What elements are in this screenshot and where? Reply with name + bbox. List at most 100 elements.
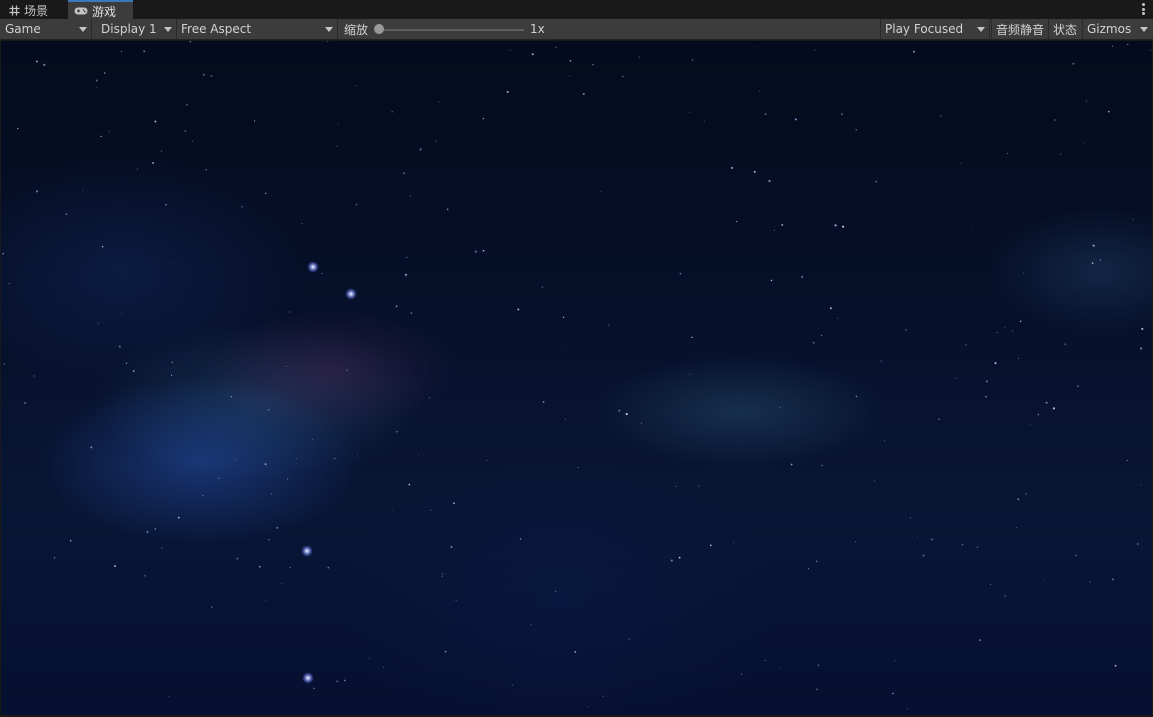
scale-slider-track[interactable]: [378, 29, 524, 31]
star: [622, 75, 624, 78]
star: [815, 437, 817, 439]
star: [268, 409, 270, 411]
star: [1149, 50, 1151, 52]
star: [586, 706, 588, 708]
star: [874, 480, 875, 482]
star: [8, 282, 10, 285]
star: [161, 547, 163, 549]
star: [428, 397, 431, 399]
stats-toggle[interactable]: 状态: [1048, 19, 1082, 39]
star: [541, 286, 544, 288]
star: [675, 485, 677, 488]
star: [965, 344, 967, 346]
star: [90, 446, 93, 449]
star: [160, 150, 162, 152]
star: [101, 246, 104, 248]
star: [1045, 401, 1048, 404]
star: [65, 213, 68, 215]
star: [333, 457, 336, 460]
star: [97, 322, 99, 324]
star: [327, 566, 330, 569]
star: [154, 120, 157, 123]
star: [120, 51, 122, 53]
star: [555, 46, 557, 48]
star: [812, 341, 815, 344]
star: [191, 140, 193, 142]
aspect-dropdown[interactable]: Free Aspect: [176, 19, 338, 39]
star: [807, 568, 810, 570]
star: [344, 679, 346, 682]
star: [817, 664, 820, 666]
star: [100, 135, 102, 138]
gizmos-label: Gizmos: [1087, 22, 1132, 36]
star: [1126, 460, 1128, 462]
star: [764, 113, 767, 116]
star: [1075, 554, 1077, 557]
chevron-down-icon: [977, 27, 985, 32]
star: [1108, 110, 1110, 113]
game-viewport[interactable]: [1, 41, 1152, 715]
star: [441, 573, 443, 575]
star: [753, 170, 756, 173]
tab-game[interactable]: 游戏: [68, 0, 133, 20]
star: [287, 478, 289, 480]
play-mode-value: Play Focused: [885, 22, 964, 36]
star: [517, 308, 520, 311]
star: [447, 208, 449, 210]
game-view-toolbar: Game Display 1 Free Aspect 缩放 1x Play Fo…: [0, 19, 1153, 40]
star: [592, 64, 594, 66]
star: [136, 168, 139, 170]
tab-game-label: 游戏: [92, 4, 117, 19]
star: [956, 377, 957, 379]
display-value: Display 1: [101, 22, 157, 36]
star: [455, 600, 457, 602]
star: [1141, 327, 1144, 330]
display-dropdown[interactable]: Display 1: [96, 19, 177, 39]
more-options-icon[interactable]: [1139, 2, 1147, 16]
star: [258, 565, 261, 568]
scale-label-text: 缩放: [344, 22, 369, 37]
star: [289, 567, 291, 569]
scale-slider-thumb[interactable]: [374, 24, 384, 34]
star: [638, 56, 640, 58]
star: [189, 41, 192, 43]
star: [531, 53, 534, 56]
play-mode-dropdown[interactable]: Play Focused: [880, 19, 990, 39]
star: [313, 687, 315, 690]
star: [1111, 578, 1114, 581]
gamepad-icon: [74, 5, 88, 17]
star: [562, 316, 565, 319]
star: [602, 431, 604, 433]
bright-star: [345, 288, 357, 300]
star: [834, 224, 837, 227]
star: [346, 369, 348, 372]
star: [678, 556, 681, 559]
star: [618, 409, 621, 412]
star: [731, 166, 734, 169]
star: [234, 458, 236, 460]
star: [1089, 581, 1091, 583]
star: [779, 406, 781, 408]
gizmos-toggle[interactable]: Gizmos: [1082, 19, 1136, 39]
star: [357, 455, 359, 457]
star: [404, 273, 407, 276]
star: [709, 544, 712, 547]
star: [285, 366, 287, 367]
star: [1114, 664, 1117, 667]
star: [82, 189, 84, 192]
starfield: [2, 41, 1151, 710]
star: [1016, 527, 1018, 528]
star: [1029, 423, 1031, 425]
view-mode-dropdown[interactable]: Game: [0, 19, 92, 39]
star: [961, 543, 964, 546]
scale-value: 1x: [530, 19, 550, 39]
star: [1140, 347, 1143, 350]
tab-scene[interactable]: 场景: [2, 1, 66, 19]
star: [396, 431, 398, 433]
star: [171, 374, 173, 376]
star: [569, 75, 571, 77]
star: [2, 253, 4, 255]
gizmos-menu-button[interactable]: [1136, 19, 1153, 39]
mute-audio-toggle[interactable]: 音频静音: [991, 19, 1048, 39]
star: [405, 276, 407, 278]
